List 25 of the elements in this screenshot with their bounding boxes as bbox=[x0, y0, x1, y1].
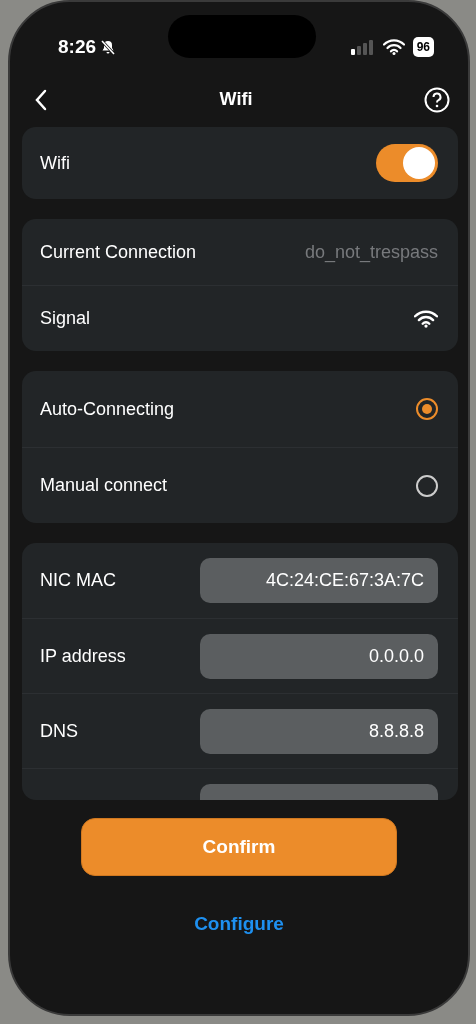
field-label: NIC MAC bbox=[40, 569, 116, 592]
field-label: DNS bbox=[40, 719, 78, 743]
input-field[interactable]: 0.0.0.0 bbox=[200, 633, 438, 679]
wifi-signal-icon bbox=[414, 309, 438, 328]
back-icon[interactable] bbox=[34, 88, 48, 111]
input-field[interactable]: 8.8.8.8 bbox=[200, 708, 438, 754]
help-icon[interactable] bbox=[424, 86, 450, 113]
radio-button[interactable] bbox=[416, 398, 438, 420]
battery-level: 96 bbox=[412, 37, 434, 57]
field-label: IP address bbox=[40, 644, 126, 668]
cellular-signal-icon bbox=[350, 39, 375, 55]
wifi-icon bbox=[382, 39, 405, 55]
mode-option[interactable]: Auto-Connecting bbox=[22, 371, 458, 447]
mode-option[interactable]: Manual connect bbox=[22, 447, 458, 523]
muted-bell-icon bbox=[100, 39, 117, 55]
page-title: Wifi bbox=[219, 88, 253, 111]
setting-label: Wifi bbox=[40, 151, 70, 175]
connection-name: do_not_trespass bbox=[304, 240, 438, 265]
radio-button[interactable] bbox=[416, 474, 438, 497]
configure-link[interactable]: Configure bbox=[194, 910, 284, 939]
wifi-toggle[interactable] bbox=[376, 144, 438, 182]
input-field[interactable]: 4C:24:CE:67:3A:7C bbox=[200, 558, 438, 603]
setting-label: Signal bbox=[40, 307, 91, 330]
clock-time: 8:26 bbox=[58, 34, 97, 59]
setting-label: Current Connection bbox=[40, 240, 197, 264]
